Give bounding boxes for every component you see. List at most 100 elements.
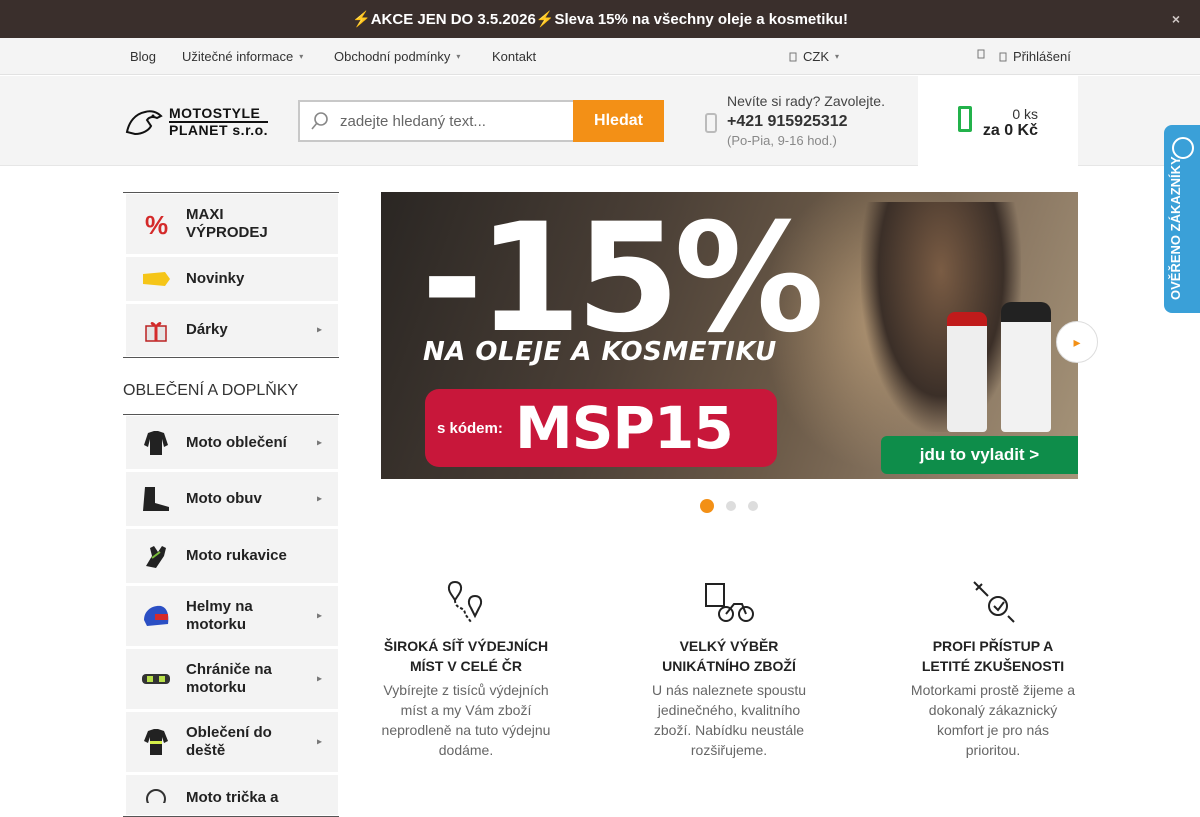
sidebar-item-label: Dárky [186, 321, 228, 338]
nav-useful-info[interactable]: Užitečné informace ▾ [182, 49, 303, 64]
sidebar-item-label: Novinky [186, 270, 245, 287]
sidebar-item-moto-clothing[interactable]: Moto oblečení ▸ [126, 416, 338, 469]
help-phone[interactable]: +421 915925312 [727, 113, 848, 131]
login-link[interactable]: Přihlášení [999, 49, 1071, 64]
phone-icon [705, 113, 717, 133]
banner-discount: -15% [421, 192, 824, 366]
nav-terms[interactable]: Obchodní podmínky ▾ [334, 49, 460, 64]
close-icon[interactable]: × [1172, 11, 1180, 27]
banner-code: MSP15 [515, 394, 734, 462]
help-contact: Nevíte si rady? Zavolejte. +421 91592531… [705, 93, 905, 153]
feature-title: PROFI PŘÍSTUP A LETITÉ ZKUŠENOSTI [921, 638, 1065, 674]
search-input[interactable] [340, 112, 570, 130]
boot-icon [126, 485, 186, 513]
banner-subtitle: NA OLEJE A KOSMETIKU [423, 337, 777, 367]
promo-text: ⚡AKCE JEN DO 3.5.2026⚡Sleva 15% na všech… [352, 11, 848, 28]
chevron-down-icon: ▾ [835, 52, 840, 61]
chevron-right-icon: ▸ [316, 736, 322, 748]
sidebar-item-label: MAXI VÝPRODEJ [186, 206, 268, 241]
site-header: MOTOSTYLE PLANET s.r.o. Hledat Nevíte si… [0, 76, 1200, 166]
tools-icon [973, 581, 1015, 623]
chevron-right-icon: ▸ [316, 493, 322, 505]
slider-dot[interactable] [726, 501, 736, 511]
site-logo[interactable]: MOTOSTYLE PLANET s.r.o. [123, 104, 283, 138]
cart-button[interactable]: 0 ks za 0 Kč [918, 76, 1078, 166]
feature-text: U nás naleznete spoustu jedinečného, kva… [651, 682, 807, 758]
sidebar-item-label: Moto rukavice [186, 547, 287, 564]
language-select[interactable] [977, 49, 985, 59]
user-icon [999, 52, 1007, 61]
search-icon [300, 111, 340, 131]
promo-bar: ⚡AKCE JEN DO 3.5.2026⚡Sleva 15% na všech… [0, 0, 1200, 38]
banner-code-box: s kódem: MSP15 [425, 389, 777, 467]
cart-qty: 0 ks [1012, 106, 1038, 122]
svg-text:%: % [145, 210, 168, 238]
rainsuit-icon [126, 727, 186, 757]
chevron-right-icon: ▸ [316, 437, 322, 448]
sidebar-heading: OBLEČENÍ A DOPLŇKY [123, 382, 299, 399]
horse-logo-icon [125, 110, 163, 136]
banner-cta-button[interactable]: jdu to vyladit > [881, 436, 1078, 474]
sidebar-item-protectors[interactable]: Chrániče na motorku ▸ [126, 649, 338, 709]
sidebar-item-label: Oblečení do deště [186, 724, 272, 759]
banner-code-prefix: s kódem: [437, 419, 503, 437]
chevron-right-icon: ▸ [316, 673, 322, 685]
percent-icon: % [126, 210, 186, 238]
search-button[interactable]: Hledat [573, 100, 664, 142]
nav-blog[interactable]: Blog [130, 49, 156, 64]
feature-text: Vybírejte z tisíců výdejních míst a my V… [381, 682, 551, 758]
helmet-icon [126, 602, 186, 630]
sidebar-item-helmets[interactable]: Helmy na motorku ▸ [126, 586, 338, 646]
verified-reviews-badge[interactable]: OVĚŘENO ZÁKAZNÍKY [1164, 125, 1200, 313]
logo-text: MOTOSTYLE PLANET s.r.o. [169, 106, 269, 138]
sidebar-item-rainwear[interactable]: Oblečení do deště ▸ [126, 712, 338, 772]
glove-icon [126, 542, 186, 570]
jacket-icon [126, 429, 186, 457]
sidebar-item-maxi-sale[interactable]: % MAXI VÝPRODEJ [126, 194, 338, 254]
banner-person-image [861, 202, 1021, 432]
sidebar-item-moto-boots[interactable]: Moto obuv ▸ [126, 472, 338, 526]
slider-next-button[interactable]: ▸ [1056, 321, 1098, 363]
sidebar-item-moto-gloves[interactable]: Moto rukavice [126, 529, 338, 583]
feature-title: ŠIROKÁ SÍŤ VÝDEJNÍCH MÍST V CELÉ ČR [383, 638, 549, 674]
motorbike-icon [705, 583, 754, 622]
feature-item: PROFI PŘÍSTUP A LETITÉ ZKUŠENOSTI Motork… [908, 576, 1078, 760]
logo-line2: PLANET s.r.o. [169, 121, 269, 138]
sidebar-item-gifts[interactable]: Dárky ▸ [126, 304, 338, 356]
new-tag-icon [126, 271, 186, 287]
currency-select[interactable]: CZK ▾ [789, 49, 839, 64]
slider-dot[interactable] [748, 501, 758, 511]
search-box [298, 100, 574, 142]
help-hours: (Po-Pia, 9-16 hod.) [727, 133, 837, 148]
sidebar-item-tshirts[interactable]: Moto trička a [126, 775, 338, 815]
currency-label: CZK [803, 49, 829, 64]
feature-item: ŠIROKÁ SÍŤ VÝDEJNÍCH MÍST V CELÉ ČR Vybí… [381, 576, 551, 760]
shopping-bag-icon [958, 106, 972, 132]
cart-price: za 0 Kč [982, 122, 1038, 139]
tshirt-icon [126, 789, 186, 803]
nav-contact[interactable]: Kontakt [492, 49, 536, 64]
chevron-right-icon: ▸ [316, 610, 322, 622]
sidebar-item-news[interactable]: Novinky [126, 257, 338, 301]
nav-useful-info-label: Užitečné informace [182, 49, 294, 64]
banner-bottle-image [1001, 302, 1051, 432]
chevron-down-icon: ▾ [456, 52, 461, 61]
feature-title: VELKÝ VÝBĚR UNIKÁTNÍHO ZBOŽÍ [662, 638, 796, 674]
feature-text: Motorkami prostě žijeme a dokonalý zákaz… [910, 682, 1076, 758]
promo-banner[interactable]: -15% NA OLEJE A KOSMETIKU s kódem: MSP15… [381, 192, 1078, 479]
sidebar-item-label: Helmy na motorku [186, 598, 253, 633]
nav-terms-label: Obchodní podmínky [334, 49, 451, 64]
help-question: Nevíte si rady? Zavolejte. [727, 93, 885, 109]
banner-bottle-image [947, 312, 987, 432]
sidebar-item-label: Moto trička a [186, 789, 279, 806]
sidebar-item-label: Moto obuv [186, 490, 262, 507]
slider-dots [700, 499, 758, 513]
sidebar-category-group: Moto oblečení ▸ Moto obuv ▸ Moto rukavic… [123, 414, 339, 817]
features-section: ŠIROKÁ SÍŤ VÝDEJNÍCH MÍST V CELÉ ČR Vybí… [381, 576, 1078, 776]
nav-contact-label: Kontakt [492, 49, 537, 64]
map-pin-icon [447, 580, 483, 623]
badge-text: OVĚŘENO ZÁKAZNÍKY [1168, 156, 1183, 300]
nav-blog-label: Blog [130, 49, 157, 64]
slider-dot[interactable] [700, 499, 714, 513]
feature-item: VELKÝ VÝBĚR UNIKÁTNÍHO ZBOŽÍ U nás nalez… [644, 576, 814, 760]
